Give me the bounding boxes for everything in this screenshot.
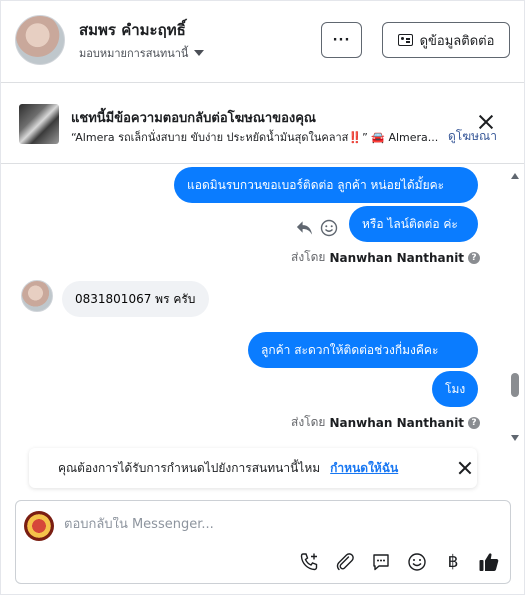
- assign-prompt: คุณต้องการได้รับการกำหนดไปยังการสนทนานี้…: [29, 448, 477, 488]
- smiley-icon: [408, 553, 426, 571]
- scroll-up-arrow[interactable]: [511, 173, 519, 179]
- contact-card-icon: [397, 34, 413, 46]
- payment-button[interactable]: ฿: [442, 551, 464, 573]
- ad-banner-title: แชทนี้มีข้อความตอบกลับต่อโฆษณาของคุณ: [71, 111, 316, 126]
- help-icon[interactable]: ?: [468, 416, 481, 429]
- phone-add-icon: [300, 553, 318, 571]
- paperclip-icon: [336, 553, 354, 571]
- scrollbar-thumb[interactable]: [511, 373, 519, 397]
- message-composer: ฿: [15, 500, 511, 584]
- sender-name: Nanwhan Nanthanit: [329, 415, 465, 430]
- ad-reply-banner: แชทนี้มีข้อความตอบกลับต่อโฆษณาของคุณ “Al…: [1, 84, 524, 164]
- assign-to-me-link[interactable]: กำหนดให้ฉัน: [330, 459, 398, 478]
- contact-avatar[interactable]: [15, 15, 65, 65]
- ad-thumbnail[interactable]: [19, 104, 59, 144]
- outgoing-message[interactable]: โมง: [432, 371, 478, 407]
- help-icon[interactable]: ?: [468, 251, 481, 264]
- page-avatar: [24, 511, 54, 541]
- caret-down-icon: [194, 50, 205, 56]
- sent-by-prefix: ส่งโดย: [291, 415, 326, 429]
- close-icon[interactable]: [458, 461, 472, 475]
- contact-avatar-small: [21, 280, 53, 312]
- outgoing-message[interactable]: ลูกค้า สะดวกให้ติดต่อช่วงกี่มงคืคะ: [248, 332, 478, 368]
- conversation-header: สมพร คํามะฤทธิ์ มอบหมายการสนทนานี้ ··· ด…: [1, 1, 524, 83]
- outgoing-message[interactable]: หรือ ไลน์ติดต่อ ค่ะ: [349, 206, 478, 242]
- view-contact-info-button[interactable]: ดูข้อมูลติดต่อ: [382, 22, 510, 58]
- sent-by-prefix: ส่งโดย: [291, 250, 326, 264]
- sent-by-label: ส่งโดย Nanwhan Nanthanit ?: [291, 248, 481, 267]
- conversation-panel: สมพร คํามะฤทธิ์ มอบหมายการสนทนานี้ ··· ด…: [0, 0, 525, 595]
- outgoing-message[interactable]: แอดมินรบกวนขอเบอร์ติดต่อ ลูกค้า หน่อยได้…: [174, 167, 478, 203]
- scroll-down-arrow[interactable]: [511, 435, 519, 441]
- view-contact-info-label: ดูข้อมูลติดต่อ: [419, 33, 495, 49]
- attach-file-button[interactable]: [334, 551, 356, 573]
- close-icon[interactable]: [478, 114, 494, 130]
- sent-by-label: ส่งโดย Nanwhan Nanthanit ?: [291, 413, 481, 432]
- smiley-icon[interactable]: [320, 219, 338, 237]
- more-options-button[interactable]: ···: [321, 22, 362, 58]
- chat-bubble-icon: [373, 554, 389, 571]
- sender-name: Nanwhan Nanthanit: [329, 250, 465, 265]
- assign-prompt-text: คุณต้องการได้รับการกำหนดไปยังการสนทนานี้…: [58, 460, 321, 475]
- thumbs-up-icon: [479, 553, 499, 571]
- ad-banner-text: “Almera รถเล็กนั่งสบาย ขับง่าย ประหยัดน้…: [71, 131, 439, 144]
- assign-conversation-dropdown[interactable]: มอบหมายการสนทนานี้: [79, 44, 205, 62]
- call-button[interactable]: [298, 551, 320, 573]
- contact-name[interactable]: สมพร คํามะฤทธิ์: [79, 18, 186, 42]
- reply-input[interactable]: [64, 517, 484, 532]
- send-like-button[interactable]: [478, 551, 500, 573]
- reply-icon[interactable]: [295, 219, 314, 237]
- saved-replies-button[interactable]: [370, 551, 392, 573]
- assign-label: มอบหมายการสนทนานี้: [79, 47, 189, 60]
- emoji-button[interactable]: [406, 551, 428, 573]
- incoming-message[interactable]: 0831801067 พร ครับ: [62, 281, 209, 317]
